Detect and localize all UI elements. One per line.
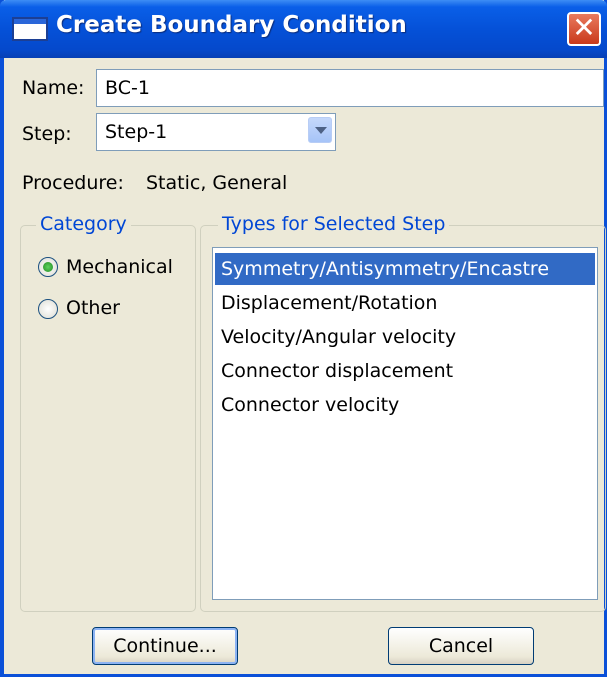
- radio-button-other[interactable]: [38, 299, 58, 319]
- list-item[interactable]: Connector velocity: [215, 389, 595, 421]
- procedure-value: Static, General: [146, 172, 288, 194]
- name-field[interactable]: BC-1: [96, 69, 604, 107]
- list-item[interactable]: Symmetry/Antisymmetry/Encastre: [215, 253, 595, 285]
- procedure-label: Procedure:: [22, 172, 124, 194]
- radio-button-mechanical[interactable]: [38, 257, 58, 277]
- list-item[interactable]: Displacement/Rotation: [215, 287, 595, 319]
- dialog-window: Create Boundary Condition ✕ Name: BC-1 S…: [0, 0, 607, 677]
- chevron-down-icon[interactable]: [308, 117, 332, 143]
- name-value: BC-1: [105, 77, 150, 99]
- types-listbox[interactable]: Symmetry/Antisymmetry/Encastre Displacem…: [212, 247, 598, 600]
- list-item[interactable]: Connector displacement: [215, 355, 595, 387]
- types-legend: Types for Selected Step: [218, 213, 450, 235]
- close-button[interactable]: ✕: [567, 12, 601, 46]
- name-label: Name:: [22, 77, 85, 99]
- radio-label-mechanical: Mechanical: [66, 256, 173, 278]
- step-value: Step-1: [105, 121, 168, 143]
- close-icon: ✕: [572, 11, 596, 44]
- title-bar[interactable]: Create Boundary Condition ✕: [0, 0, 607, 58]
- window-title: Create Boundary Condition: [56, 12, 407, 38]
- step-label: Step:: [22, 123, 72, 145]
- step-select[interactable]: Step-1: [96, 113, 336, 151]
- radio-label-other: Other: [66, 297, 120, 319]
- list-item[interactable]: Velocity/Angular velocity: [215, 321, 595, 353]
- category-group: [20, 225, 196, 612]
- window-icon: [12, 17, 48, 41]
- cancel-button[interactable]: Cancel: [388, 627, 534, 665]
- continue-button[interactable]: Continue...: [92, 627, 238, 665]
- category-legend: Category: [36, 213, 131, 235]
